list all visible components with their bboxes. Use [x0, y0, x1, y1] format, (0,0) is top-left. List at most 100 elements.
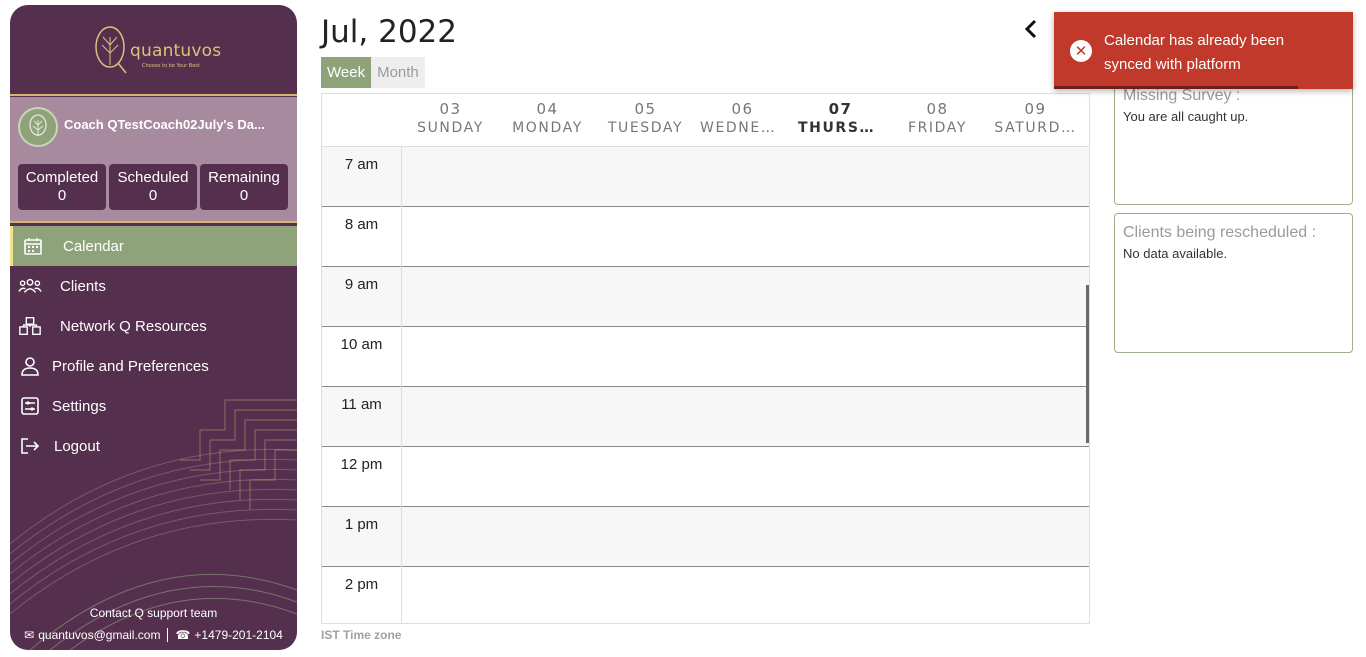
sidebar-item-label: Calendar [63, 237, 124, 255]
day-name: SATURD… [994, 120, 1077, 136]
divider [10, 94, 297, 96]
day-header-thursday[interactable]: 07 THURSD… [792, 100, 889, 136]
sidebar-item-calendar[interactable]: Calendar [10, 226, 297, 266]
stat-label: Scheduled [117, 169, 189, 186]
day-header-tuesday[interactable]: 05 TUESDAY [597, 100, 694, 136]
day-number: 03 [439, 100, 462, 118]
time-row[interactable]: 9 am [322, 267, 1089, 327]
session-stats: Completed 0 Scheduled 0 Remaining 0 [18, 164, 288, 210]
support-line: ✉ quantuvos@gmail.com ☎ +1479-201-2104 [10, 628, 297, 642]
day-number: 09 [1024, 100, 1047, 118]
sidebar-item-label: Logout [54, 437, 100, 455]
time-label: 11 am [322, 387, 402, 447]
time-rows: 7 am 8 am 9 am 10 am 11 am 12 pm 1 pm 2 … [322, 147, 1089, 623]
time-row[interactable]: 1 pm [322, 507, 1089, 567]
day-number: 05 [634, 100, 657, 118]
time-label: 7 am [322, 147, 402, 207]
day-name: WEDNES… [700, 120, 787, 136]
network-icon [18, 314, 42, 338]
sidebar-nav: Calendar Clients Network Q Resources Pro… [10, 226, 297, 466]
brand-tagline: Choose to be Your Best [142, 63, 200, 69]
time-label: 2 pm [322, 567, 402, 623]
user-icon [18, 354, 42, 378]
sidebar-item-clients[interactable]: Clients [10, 266, 297, 306]
week-view-button[interactable]: Week [321, 57, 372, 88]
page-title: Jul, 2022 [321, 14, 458, 50]
support-title: Contact Q support team [89, 606, 218, 620]
support-phone[interactable]: +1479-201-2104 [194, 628, 282, 642]
time-row[interactable]: 8 am [322, 207, 1089, 267]
day-header-wednesday[interactable]: 06 WEDNES… [694, 100, 791, 136]
day-header-sunday[interactable]: 03 SUNDAY [402, 100, 499, 136]
day-header-friday[interactable]: 08 FRIDAY [889, 100, 986, 136]
tree-avatar-icon [29, 114, 47, 136]
support-email[interactable]: quantuvos@gmail.com [38, 628, 160, 642]
missing-survey-panel: Missing Survey : You are all caught up. [1114, 76, 1353, 205]
day-header-saturday[interactable]: 09 SATURD… [987, 100, 1084, 136]
stat-value: 0 [239, 187, 249, 204]
day-number: 04 [536, 100, 559, 118]
sidebar-item-profile-and-preferences[interactable]: Profile and Preferences [10, 346, 297, 386]
sidebar-item-settings[interactable]: Settings [10, 386, 297, 426]
support-contact: Contact Q support team ✉ quantuvos@gmail… [10, 606, 297, 642]
stat-value: 0 [148, 187, 158, 204]
time-label: 10 am [322, 327, 402, 387]
panel-text: You are all caught up. [1123, 109, 1249, 124]
month-view-button[interactable]: Month [371, 57, 425, 88]
divider [10, 221, 297, 223]
error-toast[interactable]: ✕ Calendar has already been synced with … [1054, 12, 1353, 89]
day-name: SUNDAY [417, 120, 484, 136]
calendar-header: 03 SUNDAY 04 MONDAY 05 TUESDAY 06 WEDNES… [322, 94, 1089, 147]
toast-message: Calendar has already been synced with pl… [1104, 32, 1285, 73]
day-name: FRIDAY [907, 120, 968, 136]
chevron-left-icon[interactable] [1021, 17, 1041, 41]
avatar[interactable] [18, 107, 58, 147]
sidebar-item-label: Network Q Resources [60, 317, 207, 335]
time-label: 12 pm [322, 447, 402, 507]
phone-icon: ☎ [175, 628, 191, 642]
calendar-icon [21, 234, 45, 258]
day-name: TUESDAY [607, 120, 684, 136]
logout-icon [18, 434, 42, 458]
day-number: 06 [731, 100, 754, 118]
close-circle-icon: ✕ [1070, 40, 1092, 62]
sidebar-item-label: Clients [60, 277, 106, 295]
time-row[interactable]: 2 pm [322, 567, 1089, 623]
day-header-monday[interactable]: 04 MONDAY [499, 100, 596, 136]
rescheduled-clients-panel: Clients being rescheduled : No data avai… [1114, 213, 1353, 353]
day-number: 08 [926, 100, 949, 118]
mail-icon: ✉ [24, 628, 35, 642]
timezone-label: IST Time zone [321, 628, 402, 642]
day-name: THURSD… [798, 120, 889, 136]
quantuvos-logo: quantuvos Choose to be Your Best [94, 23, 224, 79]
stat-completed: Completed 0 [18, 164, 106, 210]
sidebar-item-label: Profile and Preferences [52, 357, 209, 375]
view-toggle: Week Month [321, 57, 425, 88]
time-row[interactable]: 10 am [322, 327, 1089, 387]
stat-value: 0 [57, 187, 67, 204]
time-row[interactable]: 7 am [322, 147, 1089, 207]
day-name: MONDAY [512, 120, 583, 136]
panel-title: Clients being rescheduled : [1123, 224, 1317, 241]
stat-label: Remaining [208, 169, 280, 186]
sidebar-item-network-q-resources[interactable]: Network Q Resources [10, 306, 297, 346]
time-row[interactable]: 11 am [322, 387, 1089, 447]
stat-label: Completed [25, 169, 99, 186]
panel-text: No data available. [1123, 246, 1228, 261]
day-number: 07 [828, 100, 853, 118]
tree-logo-icon [95, 26, 127, 74]
brand-name: quantuvos [130, 41, 222, 61]
stat-scheduled: Scheduled 0 [109, 164, 197, 210]
time-label: 1 pm [322, 507, 402, 567]
time-label: 8 am [322, 207, 402, 267]
stat-remaining: Remaining 0 [200, 164, 288, 210]
time-row[interactable]: 12 pm [322, 447, 1089, 507]
users-icon [18, 274, 42, 298]
time-label: 9 am [322, 267, 402, 327]
calendar-scrollbar[interactable] [1086, 285, 1089, 443]
sidebar-item-label: Settings [52, 397, 107, 415]
divider [167, 628, 169, 642]
coach-name: Coach QTestCoach02July's Da... [64, 117, 265, 132]
sidebar: quantuvos Choose to be Your Best Coach Q… [10, 5, 297, 650]
sidebar-item-logout[interactable]: Logout [10, 426, 297, 466]
